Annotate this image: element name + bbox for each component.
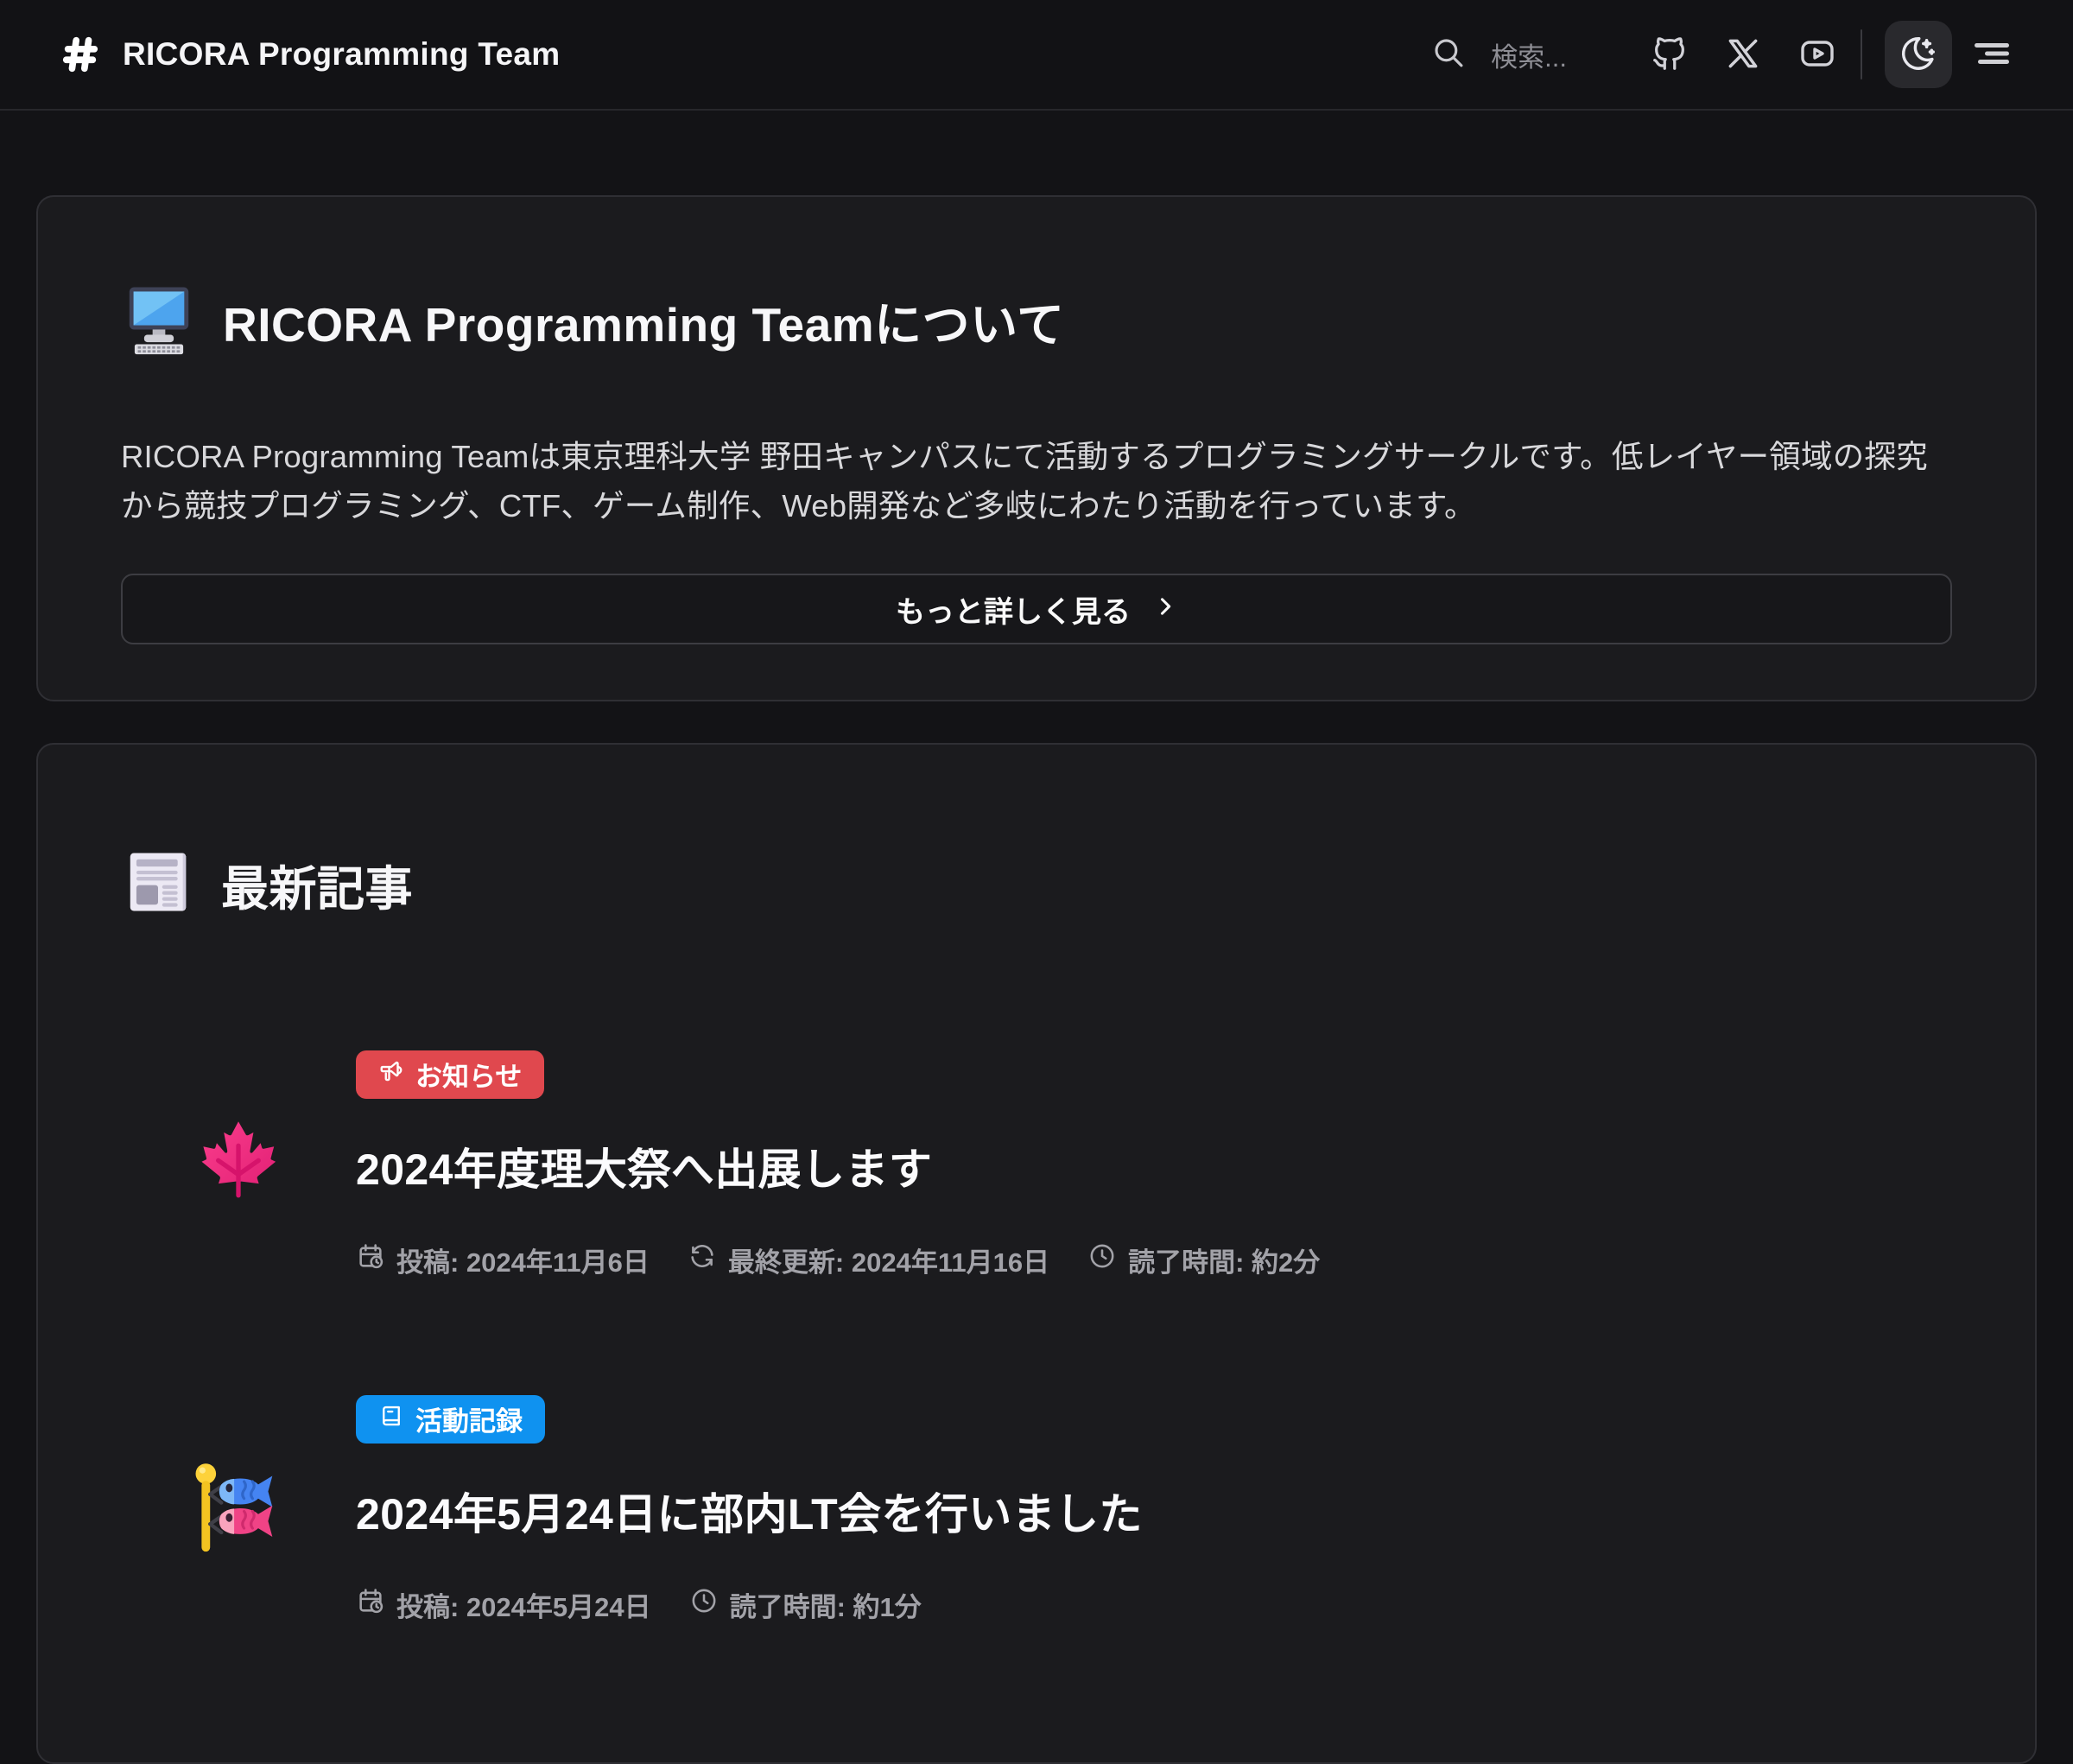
badge-label: 活動記録 [415,1399,523,1438]
article-body: お知らせ 2024年度理大祭へ出展します 投稿: 2024年11月6日 [356,1050,1952,1279]
search-placeholder: 検索... [1491,35,1567,74]
clock-icon [1087,1241,1117,1278]
refresh-icon [688,1241,717,1278]
category-badge-activity-log[interactable]: 活動記録 [356,1395,545,1444]
article-body: 活動記録 2024年5月24日に部内LT会を行いました 投稿: 2024年5月 [356,1395,1952,1624]
read-time-label: 読了時間: 約2分 [1128,1241,1320,1279]
navbar-actions: 検索... [1430,21,2013,88]
article-title-link[interactable]: 2024年度理大祭へ出展します [356,1135,1952,1197]
article-item: 活動記録 2024年5月24日に部内LT会を行いました 投稿: 2024年5月 [121,1395,1952,1624]
site-logo-link[interactable]: RICORA Programming Team [60,35,560,74]
search-icon [1430,35,1467,75]
read-more-label: もっと詳しく見る [896,588,1131,631]
category-badge-announcement[interactable]: お知らせ [356,1050,544,1099]
menu-button[interactable] [1971,33,2013,77]
social-links [1650,33,1838,77]
about-card: RICORA Programming Teamについて RICORA Progr… [36,195,2037,701]
latest-title: 最新記事 [221,850,413,919]
site-title: RICORA Programming Team [123,36,560,73]
read-time-label: 読了時間: 約1分 [730,1585,922,1624]
read-time: 読了時間: 約2分 [1087,1241,1320,1279]
posted-date: 投稿: 2024年5月24日 [356,1585,651,1624]
about-description: RICORA Programming Teamは東京理科大学 野田キャンパスにて… [121,432,1952,531]
posted-date-label: 投稿: 2024年5月24日 [396,1585,651,1624]
desktop-computer-emoji-icon [121,280,197,360]
about-title: RICORA Programming Teamについて [223,286,1064,355]
posted-date: 投稿: 2024年11月6日 [356,1241,650,1279]
koinobori-emoji-icon [121,1458,356,1560]
article-meta: 投稿: 2024年11月6日 最終更新: 2024年11月16日 [356,1241,1952,1279]
youtube-icon [1797,33,1838,77]
posted-date-label: 投稿: 2024年11月6日 [396,1241,650,1279]
updated-date-label: 最終更新: 2024年11月16日 [728,1241,1049,1279]
read-time: 読了時間: 約1分 [689,1585,922,1624]
navbar-divider [1861,29,1862,79]
megaphone-icon [378,1058,404,1091]
calendar-icon [356,1586,385,1622]
hash-logo-icon [60,35,100,74]
maple-leaf-emoji-icon [121,1116,356,1213]
newspaper-emoji-icon [121,845,195,923]
theme-toggle-button[interactable] [1885,21,1952,88]
x-twitter-link[interactable] [1724,35,1762,75]
article-meta: 投稿: 2024年5月24日 読了時間: 約1分 [356,1585,1952,1624]
x-twitter-icon [1724,35,1762,75]
latest-articles-card: 最新記事 [36,743,2037,1763]
clock-icon [689,1586,719,1622]
book-icon [378,1403,404,1436]
calendar-icon [356,1241,385,1278]
search-input[interactable]: 検索... [1430,35,1567,75]
github-link[interactable] [1650,34,1689,76]
about-heading: RICORA Programming Teamについて [121,254,1952,387]
latest-heading: 最新記事 [121,810,1952,958]
github-icon [1650,34,1689,76]
updated-date: 最終更新: 2024年11月16日 [688,1241,1049,1279]
read-more-button[interactable]: もっと詳しく見る [121,574,1952,644]
chevron-right-icon [1153,593,1177,626]
moon-stars-icon [1899,34,1938,76]
top-navbar: RICORA Programming Team 検索... [0,0,2073,111]
articles-list: お知らせ 2024年度理大祭へ出展します 投稿: 2024年11月6日 [121,1050,1952,1624]
article-item: お知らせ 2024年度理大祭へ出展します 投稿: 2024年11月6日 [121,1050,1952,1279]
page-content: RICORA Programming Teamについて RICORA Progr… [0,195,2073,1764]
badge-label: お知らせ [415,1055,522,1094]
article-title-link[interactable]: 2024年5月24日に部内LT会を行いました [356,1480,1952,1542]
menu-icon [1971,33,2013,77]
youtube-link[interactable] [1797,33,1838,77]
